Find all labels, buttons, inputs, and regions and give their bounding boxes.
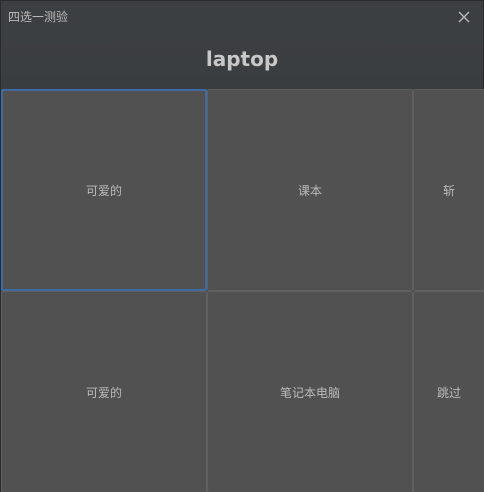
window-title: 四选一测验 [8,10,69,24]
title-bar: 四选一测验 [1,1,483,33]
answer-label: 笔记本电脑 [279,385,340,400]
question-header: laptop [1,33,483,89]
answer-grid: 可爱的 课本 斩 可爱的 笔记本电脑 跳过 [1,89,484,492]
answer-label: 可爱的 [85,183,122,198]
answer-button-4[interactable]: 可爱的 [1,291,207,492]
skip-label: 跳过 [436,385,461,400]
skip-button[interactable]: 跳过 [413,291,484,492]
answer-button-5[interactable]: 笔记本电脑 [207,291,413,492]
answer-label: 斩 [442,183,455,198]
answer-button-1[interactable]: 可爱的 [1,89,207,291]
question-word: laptop [205,47,279,71]
quiz-window: 四选一测验 laptop 可爱的 课本 斩 可爱的 笔记本电脑 跳过 [0,0,484,492]
answer-label: 可爱的 [85,385,122,400]
close-button[interactable] [455,8,473,26]
answer-button-2[interactable]: 课本 [207,89,413,291]
answer-button-3[interactable]: 斩 [413,89,484,291]
close-icon [458,11,470,23]
answer-label: 课本 [297,183,322,198]
